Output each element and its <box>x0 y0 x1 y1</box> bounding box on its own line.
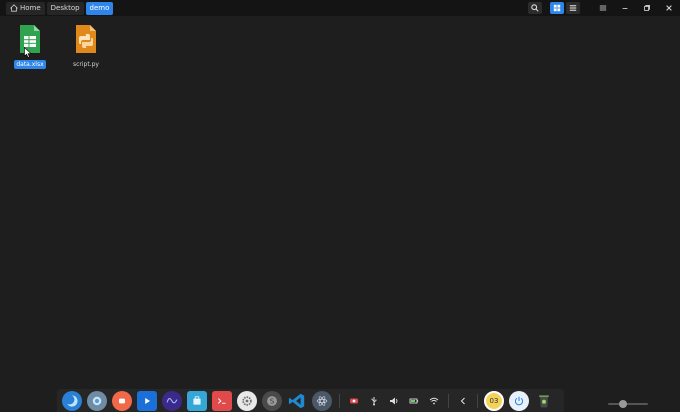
zoom-slider-handle[interactable] <box>619 400 627 408</box>
vscode-icon[interactable] <box>287 391 307 411</box>
breadcrumb-desktop-label: Desktop <box>50 3 80 12</box>
file-manager-window: Home Desktop demo data.xlsx script.py S … <box>0 0 680 412</box>
search-icon <box>531 4 539 12</box>
zoom-slider[interactable] <box>608 400 648 408</box>
settings-icon[interactable] <box>237 390 257 411</box>
grid-view-button[interactable] <box>550 2 564 14</box>
grid-view-icon <box>553 4 561 12</box>
browser-icon[interactable] <box>87 390 107 411</box>
restore-button[interactable] <box>640 2 654 14</box>
hamburger-menu-icon <box>599 5 607 11</box>
trash-icon[interactable] <box>534 391 554 411</box>
video-player-icon[interactable] <box>137 390 157 411</box>
power-icon[interactable] <box>509 390 529 411</box>
file-label-data-xlsx[interactable]: data.xlsx <box>14 60 46 69</box>
title-bar: Home Desktop demo <box>0 0 680 16</box>
system-monitor-icon[interactable] <box>162 390 182 411</box>
search-button[interactable] <box>528 2 542 14</box>
sublime-text-icon[interactable]: S <box>262 390 282 411</box>
app-store-icon[interactable] <box>187 390 207 411</box>
list-view-icon <box>569 5 577 11</box>
deepin-launcher-icon[interactable] <box>62 390 82 411</box>
minimize-icon <box>622 8 628 9</box>
breadcrumb-home-label: Home <box>20 3 41 12</box>
breadcrumb-home[interactable]: Home <box>6 1 45 15</box>
mouse-cursor-icon <box>24 47 32 58</box>
screen-recorder-icon[interactable] <box>112 390 132 411</box>
minimize-button[interactable] <box>618 2 632 14</box>
usb-tray-icon[interactable] <box>368 395 380 407</box>
restore-icon <box>644 5 650 11</box>
file-item-script-py[interactable]: script.py <box>69 24 103 69</box>
clock-label: 03 <box>489 396 499 405</box>
breadcrumb: Home Desktop demo <box>0 0 114 16</box>
dock-separator <box>448 393 449 408</box>
volume-tray-icon[interactable] <box>388 395 400 407</box>
breadcrumb-demo-label: demo <box>89 3 110 12</box>
battery-tray-icon[interactable] <box>408 395 420 407</box>
title-bar-controls <box>526 0 680 16</box>
record-tray-icon[interactable] <box>348 395 360 407</box>
wifi-tray-icon[interactable] <box>428 395 440 407</box>
close-icon <box>666 5 672 11</box>
file-label-script-py[interactable]: script.py <box>71 60 101 69</box>
atom-icon[interactable] <box>312 390 332 411</box>
clock-icon[interactable]: 03 <box>484 390 504 411</box>
breadcrumb-desktop[interactable]: Desktop <box>46 1 84 15</box>
svg-text:S: S <box>270 397 275 405</box>
dock: S 03 <box>57 389 564 412</box>
home-icon <box>10 4 18 12</box>
dock-separator <box>477 393 478 408</box>
dock-separator <box>339 393 340 408</box>
collapse-tray-icon[interactable] <box>457 395 469 407</box>
terminal-icon[interactable] <box>212 390 232 411</box>
breadcrumb-demo[interactable]: demo <box>85 1 114 15</box>
list-view-button[interactable] <box>566 2 580 14</box>
main-menu-button[interactable] <box>596 2 610 14</box>
python-file-icon <box>76 25 96 53</box>
close-button[interactable] <box>662 2 676 14</box>
